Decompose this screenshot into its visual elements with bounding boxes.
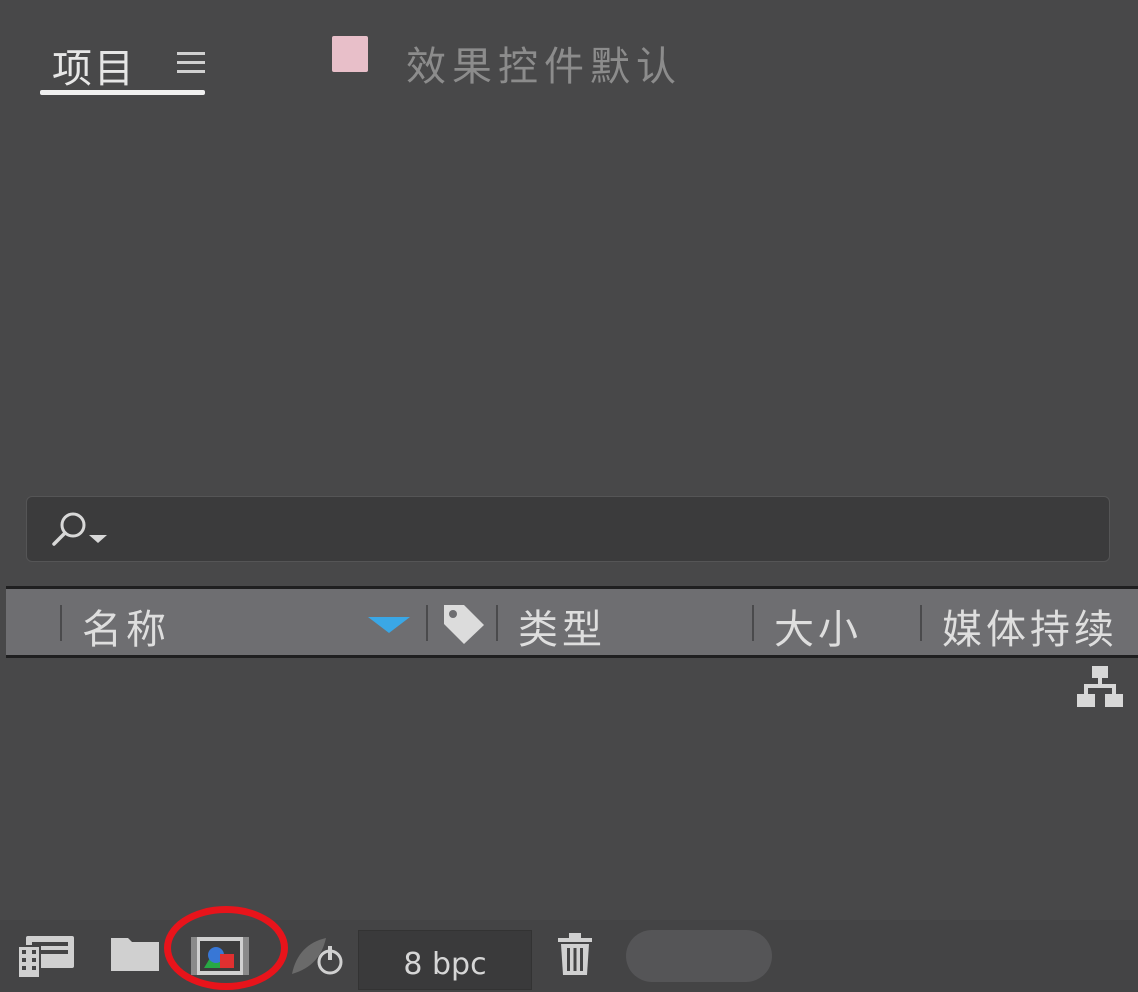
column-separator[interactable] [496, 605, 498, 641]
column-header-name[interactable]: 名称 [82, 597, 170, 655]
composition-icon [191, 937, 249, 975]
scroll-thumb[interactable] [626, 930, 772, 982]
tab-project[interactable]: 项目 [40, 28, 205, 98]
bit-depth-button[interactable]: 8 bpc [358, 930, 532, 990]
project-settings-button[interactable] [290, 936, 346, 982]
bottom-toolbar: 8 bpc [0, 920, 1138, 992]
column-header-size[interactable]: 大小 [774, 597, 862, 655]
new-composition-button[interactable] [190, 936, 250, 980]
active-tab-underline [40, 90, 205, 95]
search-input[interactable] [26, 496, 1110, 562]
flowchart-icon[interactable] [1076, 664, 1124, 714]
panel-tab-bar: 项目 效果控件默认 [0, 0, 1138, 110]
search-dropdown-icon[interactable] [49, 511, 111, 551]
tab-effect-controls-label: 效果控件默认 [406, 44, 682, 90]
column-header-row: 名称 类型 大小 媒体持续 [6, 586, 1138, 658]
new-folder-button[interactable] [110, 934, 160, 976]
delete-button[interactable] [556, 932, 594, 980]
sort-descending-icon[interactable] [368, 617, 410, 639]
bit-depth-label: 8 bpc [403, 947, 487, 982]
column-separator[interactable] [752, 605, 754, 641]
column-header-media-duration[interactable]: 媒体持续 [942, 597, 1118, 655]
panel-menu-icon[interactable] [176, 48, 206, 82]
label-tag-icon[interactable] [442, 603, 486, 649]
trash-icon [558, 933, 592, 975]
tab-project-label: 项目 [52, 46, 136, 92]
leaf-power-icon [292, 938, 343, 975]
interpret-footage-button[interactable] [16, 932, 78, 984]
column-separator[interactable] [426, 605, 428, 641]
column-separator[interactable] [920, 605, 922, 641]
folder-icon [111, 938, 159, 971]
column-separator[interactable] [60, 605, 62, 641]
interpret-footage-icon [17, 936, 74, 979]
effects-color-swatch [332, 36, 368, 72]
tab-effect-controls[interactable]: 效果控件默认 [330, 30, 750, 90]
column-header-type[interactable]: 类型 [518, 597, 606, 655]
